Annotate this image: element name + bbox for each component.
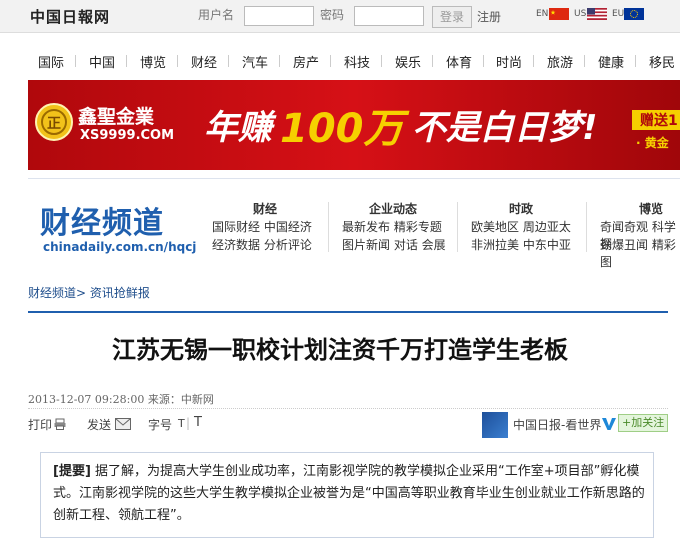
channel-divider xyxy=(328,202,329,252)
ad-slogan-2: 不是白日梦! xyxy=(412,108,598,148)
channel-col-business-heading[interactable]: 企业动态 xyxy=(369,200,417,217)
print-icon[interactable] xyxy=(54,418,66,430)
nav-item-international[interactable]: 国际 xyxy=(38,52,64,71)
nav-divider xyxy=(635,55,636,67)
nav-divider xyxy=(330,55,331,67)
channel-url[interactable]: chinadaily.com.cn/hqcj xyxy=(43,240,196,254)
lang-us-label[interactable]: US xyxy=(574,9,586,19)
ad-slogan-amount: 100万 xyxy=(280,106,404,152)
china-flag-icon[interactable] xyxy=(549,8,569,20)
source-avatar[interactable] xyxy=(482,412,508,438)
article-summary-box: [提要] 据了解，为提高大学生创业成功率，江南影视学院的教学模拟企业采用“工作室… xyxy=(40,452,654,538)
ad-side-gold: · 黄金 xyxy=(636,136,669,150)
source-name[interactable]: 中国日报-看世界 xyxy=(513,416,601,433)
site-logo[interactable]: 中国日報网 xyxy=(30,6,110,27)
nav-divider xyxy=(533,55,534,67)
article-summary: [提要] 据了解，为提高大学生创业成功率，江南影视学院的教学模拟企业采用“工作室… xyxy=(53,461,645,527)
channel-col-finance-heading[interactable]: 财经 xyxy=(253,200,277,217)
font-size-small[interactable]: T xyxy=(178,417,185,430)
nav-item-fashion[interactable]: 时尚 xyxy=(496,52,522,71)
summary-text: 据了解，为提高大学生创业成功率，江南影视学院的教学模拟企业采用“工作室+项目部”… xyxy=(53,464,645,523)
nav-divider xyxy=(483,55,484,67)
ad-site: XS9999.COM xyxy=(80,128,175,143)
login-button[interactable]: 登录 xyxy=(432,6,472,28)
nav-divider xyxy=(75,55,76,67)
nav-item-sports[interactable]: 体育 xyxy=(446,52,472,71)
register-link[interactable]: 注册 xyxy=(477,8,501,25)
nav-item-health[interactable]: 健康 xyxy=(598,52,624,71)
article-headline: 江苏无锡一职校计划注资千万打造学生老板 xyxy=(112,335,568,364)
svg-text:正: 正 xyxy=(47,116,61,132)
nav-divider xyxy=(177,55,178,67)
nav-item-immigration[interactable]: 移民 xyxy=(649,52,675,71)
font-size-separator: | xyxy=(186,416,191,430)
nav-divider xyxy=(279,55,280,67)
mail-icon[interactable] xyxy=(115,418,131,430)
follow-button[interactable]: +加关注 xyxy=(618,414,669,432)
send-button[interactable]: 发送 xyxy=(87,416,111,433)
nav-divider xyxy=(228,55,229,67)
nav-item-realestate[interactable]: 房产 xyxy=(293,52,319,71)
nav-divider xyxy=(432,55,433,67)
username-input[interactable] xyxy=(244,6,314,26)
ad-side-text: 赠送1 xyxy=(640,113,678,129)
channel-col-business-links-1[interactable]: 最新发布 精彩专题 xyxy=(342,218,442,235)
ad-banner[interactable]: 正 鑫聖金業 XS9999.COM 年赚 100万 不是白日梦! 赠送1 · 黄… xyxy=(28,80,680,170)
lang-eu-label[interactable]: EU xyxy=(612,9,624,19)
eu-flag-icon[interactable] xyxy=(624,8,644,20)
password-label: 密码 xyxy=(320,8,345,22)
font-size-large[interactable]: T xyxy=(194,415,202,430)
us-flag-icon[interactable] xyxy=(587,8,607,20)
gold-coin-icon: 正 xyxy=(35,103,73,141)
print-button[interactable]: 打印 xyxy=(28,416,52,433)
channel-col-expo-links-2[interactable]: 劲爆丑闻 精彩图 xyxy=(600,236,680,270)
nav-item-finance[interactable]: 财经 xyxy=(191,52,217,71)
nav-divider xyxy=(126,55,127,67)
summary-tag: [提要] xyxy=(53,464,91,479)
channel-col-politics-heading[interactable]: 时政 xyxy=(509,200,533,217)
channel-col-finance-links-2[interactable]: 经济数据 分析评论 xyxy=(212,236,312,253)
breadcrumb[interactable]: 财经频道> 资讯抢鲜报 xyxy=(28,284,150,301)
channel-col-politics-links-1[interactable]: 欧美地区 周边亚太 xyxy=(471,218,571,235)
article-meta: 2013-12-07 09:28:00 来源：中新网 xyxy=(28,393,214,406)
meta-divider xyxy=(28,408,668,409)
nav-item-entertainment[interactable]: 娱乐 xyxy=(395,52,421,71)
nav-item-travel[interactable]: 旅游 xyxy=(547,52,573,71)
breadcrumb-rule xyxy=(28,311,668,313)
ad-slogan-1: 年赚 xyxy=(204,108,272,148)
nav-item-china[interactable]: 中国 xyxy=(89,52,115,71)
verified-v-icon xyxy=(602,418,616,430)
ad-brand: 鑫聖金業 xyxy=(78,106,155,128)
nav-item-tech[interactable]: 科技 xyxy=(344,52,370,71)
channel-col-finance-links-1[interactable]: 国际财经 中国经济 xyxy=(212,218,312,235)
channel-divider xyxy=(586,202,587,252)
nav-divider xyxy=(584,55,585,67)
nav-item-expo[interactable]: 博览 xyxy=(140,52,166,71)
nav-item-auto[interactable]: 汽车 xyxy=(242,52,268,71)
channel-col-politics-links-2[interactable]: 非洲拉美 中东中亚 xyxy=(471,236,571,253)
username-label: 用户名 xyxy=(198,8,235,22)
nav-divider xyxy=(381,55,382,67)
channel-col-business-links-2[interactable]: 图片新闻 对话 会展 xyxy=(342,236,446,253)
lang-en-label[interactable]: EN xyxy=(536,9,548,19)
password-input[interactable] xyxy=(354,6,424,26)
font-size-label: 字号 xyxy=(148,418,173,432)
channel-col-expo-heading[interactable]: 博览 xyxy=(639,200,663,217)
channel-divider xyxy=(457,202,458,252)
channel-title[interactable]: 财经频道 xyxy=(40,198,164,242)
